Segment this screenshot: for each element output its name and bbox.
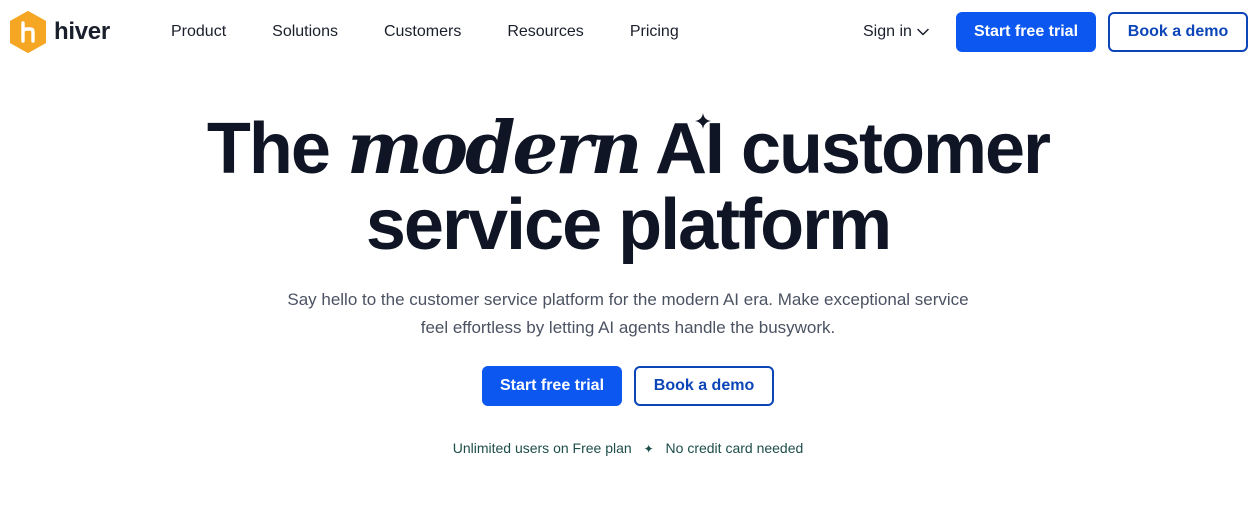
sign-in-dropdown[interactable]: Sign in [863, 20, 929, 44]
nav-book-demo-button[interactable]: Book a demo [1108, 12, 1248, 52]
chevron-down-icon [917, 28, 929, 36]
sign-in-label: Sign in [863, 23, 912, 40]
hero-subtitle: Say hello to the customer service platfo… [287, 290, 969, 337]
hero-book-demo-button[interactable]: Book a demo [634, 366, 774, 406]
sparkle-icon [695, 113, 711, 129]
title-word-customer: customer [740, 109, 1051, 189]
hero-start-free-trial-button[interactable]: Start free trial [482, 366, 622, 406]
top-navigation: hiver Product Solutions Customers Resour… [0, 0, 1256, 64]
hero-title-line-1: The modern AI customer [0, 109, 1256, 189]
nav-link-customers[interactable]: Customers [384, 20, 461, 44]
nav-link-resources[interactable]: Resources [507, 20, 583, 44]
title-word-modern: modern [346, 105, 643, 190]
sparkle-separator-icon: ✦ [643, 442, 654, 456]
title-word-the: The [206, 109, 331, 189]
nav-links: Product Solutions Customers Resources Pr… [171, 20, 725, 44]
hero-footnote: Unlimited users on Free plan ✦ No credit… [0, 439, 1256, 458]
nav-link-pricing[interactable]: Pricing [630, 20, 679, 44]
hero-title: The modern AI customer service platform [0, 109, 1256, 265]
footnote-no-credit-card: No credit card needed [665, 440, 804, 456]
nav-link-solutions[interactable]: Solutions [272, 20, 338, 44]
hiver-logo[interactable]: hiver [8, 10, 110, 54]
brand-name: hiver [54, 18, 110, 45]
nav-link-product[interactable]: Product [171, 20, 226, 44]
hiver-hexagon-icon [10, 11, 46, 53]
title-word-ai: AI [654, 109, 725, 189]
footnote-free-plan: Unlimited users on Free plan [452, 440, 632, 456]
nav-start-free-trial-button[interactable]: Start free trial [956, 12, 1096, 52]
hero-title-line-2: service platform [365, 185, 892, 265]
